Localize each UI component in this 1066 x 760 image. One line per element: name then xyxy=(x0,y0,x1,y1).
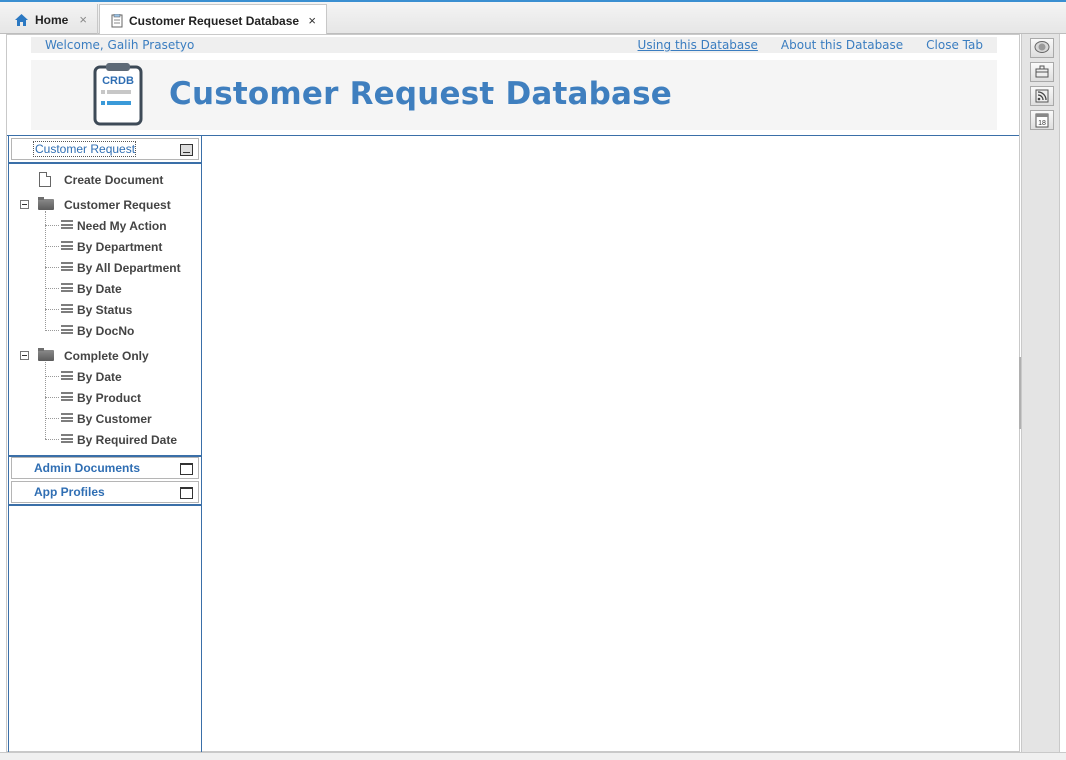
tab-strip: Home × Customer Requeset Database × xyxy=(0,0,1066,36)
section-app-profiles-title[interactable]: App Profiles xyxy=(34,485,105,499)
create-document-link[interactable]: Create Document xyxy=(64,173,163,187)
calendar-day: 18 xyxy=(1038,120,1046,127)
tree-line xyxy=(45,288,59,289)
tree-line xyxy=(45,246,59,247)
group-complete-only[interactable]: Complete Only xyxy=(64,349,149,363)
database-frame: Welcome, Galih Prasetyo Using this Datab… xyxy=(6,34,1020,752)
database-icon xyxy=(111,13,123,27)
nav-by-product[interactable]: By Product xyxy=(77,391,141,405)
chat-button[interactable] xyxy=(1030,38,1054,58)
section-separator xyxy=(9,162,201,164)
briefcase-icon xyxy=(1035,65,1049,78)
view-icon xyxy=(61,220,73,229)
tree-line xyxy=(45,309,59,310)
tree-line xyxy=(45,376,59,377)
app-title: Customer Request Database xyxy=(169,76,673,112)
calendar-button[interactable]: 18 xyxy=(1030,110,1054,130)
right-toolbar: 18 xyxy=(1021,34,1060,752)
rss-button[interactable] xyxy=(1030,86,1054,106)
minimize-icon[interactable] xyxy=(180,144,193,156)
tree-line xyxy=(45,330,59,331)
view-icon xyxy=(61,304,73,313)
tab-home[interactable]: Home × xyxy=(0,4,98,35)
nav-complete-by-date[interactable]: By Date xyxy=(77,370,122,384)
tree-line xyxy=(45,211,46,329)
nav-by-customer[interactable]: By Customer xyxy=(77,412,152,426)
group-customer-request[interactable]: Customer Request xyxy=(64,198,171,212)
view-icon xyxy=(61,283,73,292)
tab-active-label: Customer Requeset Database xyxy=(129,13,300,28)
tree-line xyxy=(45,397,59,398)
view-icon xyxy=(61,262,73,271)
nav-by-docno[interactable]: By DocNo xyxy=(77,324,134,338)
view-icon xyxy=(61,241,73,250)
section-customer-request-title[interactable]: Customer Request xyxy=(33,141,137,157)
tab-active-close-icon[interactable]: × xyxy=(308,13,316,28)
tab-home-close-icon[interactable]: × xyxy=(79,12,87,27)
section-separator xyxy=(9,504,201,506)
tree-line xyxy=(45,362,46,439)
collapse-toggle-icon[interactable] xyxy=(20,351,29,360)
document-icon xyxy=(39,172,51,187)
section-customer-request[interactable]: Customer Request xyxy=(11,138,199,160)
nav-by-status[interactable]: By Status xyxy=(77,303,132,317)
folder-icon xyxy=(38,197,54,210)
nav-by-department[interactable]: By Department xyxy=(77,240,162,254)
folder-icon xyxy=(38,348,54,361)
nav-by-all-department[interactable]: By All Department xyxy=(77,261,181,275)
maximize-icon[interactable] xyxy=(180,463,193,475)
briefcase-button[interactable] xyxy=(1030,62,1054,82)
tree-line xyxy=(45,418,59,419)
maximize-icon[interactable] xyxy=(180,487,193,499)
section-app-profiles[interactable]: App Profiles xyxy=(11,481,199,503)
collapse-toggle-icon[interactable] xyxy=(20,200,29,209)
welcome-text: Welcome, Galih Prasetyo xyxy=(45,38,195,52)
about-database-link[interactable]: About this Database xyxy=(781,38,903,52)
tab-customer-request-database[interactable]: Customer Requeset Database × xyxy=(99,4,327,36)
nav-by-date[interactable]: By Date xyxy=(77,282,122,296)
nav-need-my-action[interactable]: Need My Action xyxy=(77,219,167,233)
logo-text: CRDB xyxy=(102,75,134,87)
left-navigator: Customer Request Create Document Custome… xyxy=(8,135,202,752)
bottom-border xyxy=(0,752,1066,760)
tree-line xyxy=(45,439,59,440)
calendar-icon: 18 xyxy=(1035,113,1049,128)
view-icon xyxy=(61,392,73,401)
view-icon xyxy=(61,434,73,443)
view-icon xyxy=(61,325,73,334)
home-icon xyxy=(15,13,28,26)
header-topbar: Welcome, Galih Prasetyo Using this Datab… xyxy=(31,37,997,53)
view-icon xyxy=(61,371,73,380)
tree-line xyxy=(45,267,59,268)
rss-icon xyxy=(1035,89,1049,103)
header-banner: CRDB Customer Request Database xyxy=(31,60,997,130)
section-admin-documents-title[interactable]: Admin Documents xyxy=(34,461,140,475)
close-tab-link[interactable]: Close Tab xyxy=(926,38,983,52)
using-database-link[interactable]: Using this Database xyxy=(638,38,758,52)
view-icon xyxy=(61,413,73,422)
tree-line xyxy=(45,225,59,226)
section-admin-documents[interactable]: Admin Documents xyxy=(11,457,199,479)
nav-by-required-date[interactable]: By Required Date xyxy=(77,433,177,447)
header-links: Using this Database About this Database … xyxy=(638,38,983,52)
tab-home-label: Home xyxy=(35,12,69,27)
crdb-logo-icon: CRDB xyxy=(93,63,143,126)
chat-icon xyxy=(1034,41,1050,53)
